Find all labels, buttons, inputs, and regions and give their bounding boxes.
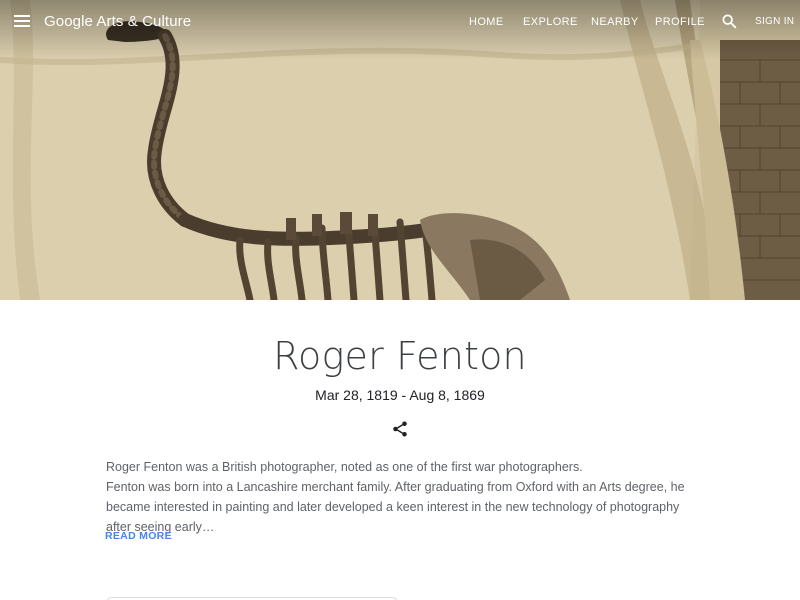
sign-in-link[interactable]: SIGN IN [755, 16, 794, 27]
artist-description: Roger Fenton was a British photographer,… [106, 457, 706, 537]
top-navigation-bar: Google Arts & Culture HOME EXPLORE NEARB… [0, 0, 800, 44]
description-line: Fenton was born into a Lancashire mercha… [106, 480, 685, 534]
nav-profile-link[interactable]: PROFILE [655, 16, 705, 28]
artist-info-section: Roger Fenton Mar 28, 1819 - Aug 8, 1869 … [0, 300, 800, 600]
share-icon[interactable] [391, 420, 409, 438]
main-nav: HOME EXPLORE NEARBY PROFILE [0, 16, 800, 30]
artist-name: Roger Fenton [273, 334, 527, 378]
artist-page: Google Arts & Culture HOME EXPLORE NEARB… [0, 0, 800, 600]
nav-nearby-link[interactable]: NEARBY [591, 16, 639, 28]
nav-explore-link[interactable]: EXPLORE [523, 16, 578, 28]
artist-dates: Mar 28, 1819 - Aug 8, 1869 [315, 387, 485, 403]
nav-home-link[interactable]: HOME [469, 16, 504, 28]
hero-image [0, 0, 800, 300]
description-line: Roger Fenton was a British photographer,… [106, 460, 583, 474]
read-more-link[interactable]: READ MORE [105, 530, 172, 542]
search-icon[interactable] [721, 13, 737, 29]
